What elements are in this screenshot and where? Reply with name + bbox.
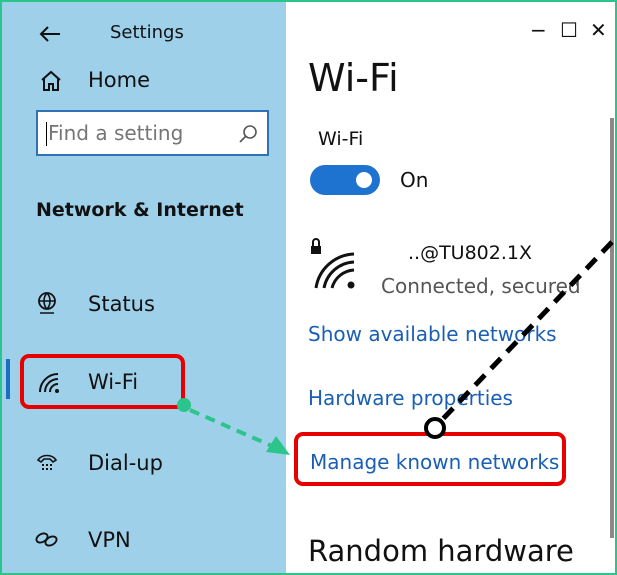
text-caret <box>46 122 47 146</box>
selection-indicator <box>6 359 10 399</box>
back-arrow-icon[interactable] <box>38 24 62 44</box>
close-button[interactable]: ✕ <box>590 18 607 42</box>
wifi-toggle-label: Wi-Fi <box>318 128 364 150</box>
section-title: Network & Internet <box>36 199 244 221</box>
sidebar-item-status[interactable]: Status <box>88 292 155 316</box>
search-icon[interactable] <box>238 124 258 144</box>
page-title: Wi-Fi <box>308 56 399 100</box>
home-icon <box>41 70 61 91</box>
hardware-properties-link[interactable]: Hardware properties <box>308 386 513 410</box>
sidebar: Settings Home Network & Internet Status <box>2 2 286 573</box>
globe-icon <box>38 292 56 314</box>
search-box[interactable] <box>36 110 269 156</box>
toggle-state: On <box>400 168 429 192</box>
maximize-button[interactable]: ☐ <box>560 18 578 42</box>
network-status: Connected, secured <box>381 274 581 298</box>
highlight-wifi-box <box>20 354 185 409</box>
home-link[interactable]: Home <box>88 68 150 92</box>
settings-window: Settings Home Network & Internet Status <box>0 0 617 575</box>
sidebar-item-dialup[interactable]: Dial-up <box>88 451 163 475</box>
sidebar-item-vpn[interactable]: VPN <box>88 528 131 552</box>
wifi-toggle[interactable] <box>310 165 380 195</box>
main-panel: − ☐ ✕ Wi-Fi Wi-Fi On ..@TU802.1X Connect… <box>286 2 615 573</box>
minimize-button[interactable]: − <box>530 18 547 42</box>
network-name[interactable]: ..@TU802.1X <box>408 242 532 264</box>
app-title: Settings <box>110 22 184 43</box>
toggle-knob <box>356 172 372 188</box>
scrollbar[interactable] <box>610 118 614 538</box>
show-available-networks-link[interactable]: Show available networks <box>308 322 557 346</box>
secured-wifi-icon <box>311 238 355 289</box>
highlight-manage-box <box>294 432 566 486</box>
section-random-hardware: Random hardware <box>308 534 574 568</box>
phone-icon <box>36 454 58 470</box>
search-input[interactable] <box>48 120 228 146</box>
vpn-icon <box>35 532 58 547</box>
